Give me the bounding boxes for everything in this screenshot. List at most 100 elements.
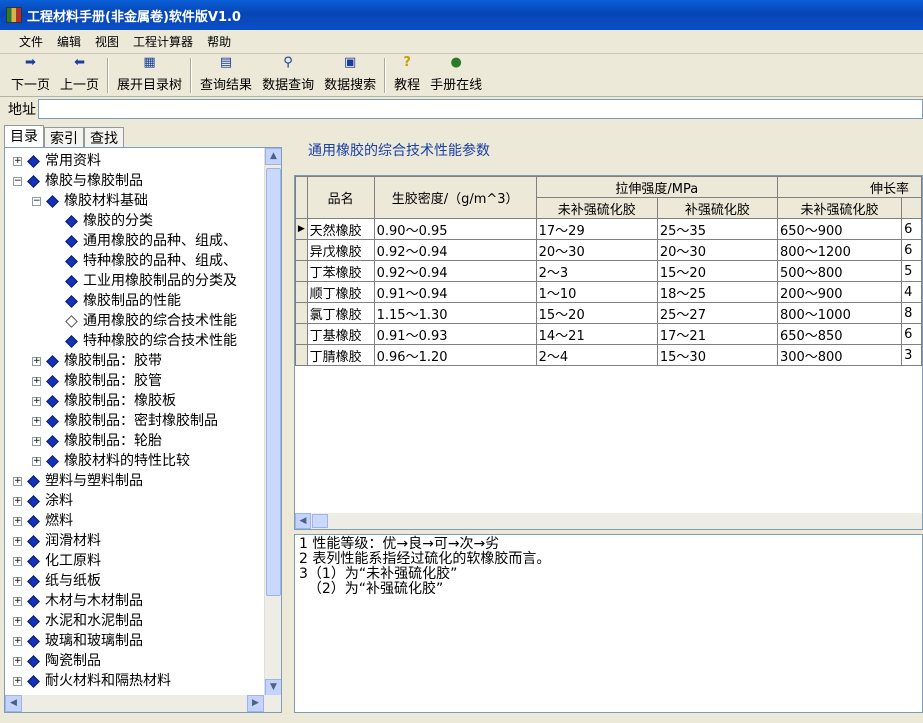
table-cell[interactable]: 800～1200 <box>776 239 903 261</box>
menu-help[interactable]: 帮助 <box>200 33 238 50</box>
table-cell[interactable]: 0.91～0.93 <box>373 323 537 345</box>
table-cell[interactable]: 0.92～0.94 <box>373 260 537 282</box>
scroll-left-icon[interactable]: ◀ <box>5 695 22 712</box>
table-cell[interactable]: 1.15～1.30 <box>373 302 537 324</box>
tree-node[interactable]: + 橡胶制品：胶管 <box>32 371 162 391</box>
expand-icon[interactable]: + <box>13 656 22 666</box>
grid-horizontal-scrollbar[interactable]: ◀ <box>295 513 922 529</box>
table-cell[interactable]: 丁基橡胶 <box>306 323 375 345</box>
scroll-thumb[interactable] <box>312 514 328 528</box>
tree-node[interactable]: + 纸与纸板 <box>13 571 101 591</box>
scroll-down-icon[interactable]: ▼ <box>265 679 281 696</box>
table-cell[interactable]: 丁苯橡胶 <box>306 260 375 282</box>
tree-horizontal-scrollbar[interactable]: ◀ ▶ <box>5 695 281 712</box>
expand-icon[interactable]: + <box>13 536 22 546</box>
expand-icon[interactable]: + <box>32 416 41 426</box>
scroll-right-icon[interactable]: ▶ <box>247 695 264 712</box>
table-cell[interactable]: 0.96～1.20 <box>373 344 537 366</box>
next-page-button[interactable]: ➡ 下一页 <box>6 55 55 96</box>
tree-node[interactable]: 橡胶制品的性能 <box>51 291 181 311</box>
data-search-button[interactable]: ▣ 数据搜索 <box>319 55 381 96</box>
collapse-icon[interactable]: − <box>32 196 41 206</box>
query-results-button[interactable]: ▤ 查询结果 <box>195 55 257 96</box>
table-cell[interactable]: 25～27 <box>656 302 778 324</box>
menu-edit[interactable]: 编辑 <box>50 33 88 50</box>
table-cell[interactable]: 8 <box>901 302 922 324</box>
expand-icon[interactable]: + <box>13 676 22 686</box>
expand-icon[interactable]: + <box>13 616 22 626</box>
expand-icon[interactable]: + <box>32 376 41 386</box>
table-cell[interactable]: 20～30 <box>535 239 658 261</box>
tree-node[interactable]: 橡胶的分类 <box>51 211 153 231</box>
expand-icon[interactable]: + <box>32 396 41 406</box>
expand-icon[interactable]: + <box>13 636 22 646</box>
tree-node[interactable]: − 橡胶材料基础 <box>32 191 148 211</box>
expand-icon[interactable]: + <box>13 516 22 526</box>
table-row[interactable]: 丁基橡胶 0.91～0.93 14～21 17～21 650～850 6 <box>295 323 922 345</box>
tab-contents[interactable]: 目录 <box>4 125 44 147</box>
table-row[interactable]: 氯丁橡胶 1.15～1.30 15～20 25～27 800～1000 8 <box>295 302 922 324</box>
table-cell[interactable]: 2～3 <box>535 260 658 282</box>
scroll-left-icon[interactable]: ◀ <box>295 513 311 529</box>
table-cell[interactable]: 6 <box>901 323 922 345</box>
table-cell[interactable]: 650～900 <box>776 218 903 240</box>
table-cell[interactable]: 25～35 <box>656 218 778 240</box>
table-row[interactable]: 异戊橡胶 0.92～0.94 20～30 20～30 800～1200 6 <box>295 239 922 261</box>
tree-node[interactable]: 通用橡胶的综合技术性能 <box>51 311 237 331</box>
expand-icon[interactable]: + <box>32 436 41 446</box>
table-cell[interactable]: 14～21 <box>535 323 658 345</box>
tree-node[interactable]: + 塑料与塑料制品 <box>13 471 143 491</box>
scroll-thumb[interactable] <box>266 168 281 596</box>
menu-view[interactable]: 视图 <box>88 33 126 50</box>
table-cell[interactable]: 300～800 <box>776 344 903 366</box>
online-button[interactable]: ● 手册在线 <box>425 55 487 96</box>
expand-icon[interactable]: + <box>32 356 41 366</box>
table-cell[interactable]: 丁腈橡胶 <box>306 344 375 366</box>
tree-node[interactable]: + 橡胶制品：胶带 <box>32 351 162 371</box>
table-row[interactable]: ▶ 天然橡胶 0.90～0.95 17～29 25～35 650～900 6 <box>295 218 922 240</box>
data-query-button[interactable]: ⚲ 数据查询 <box>257 55 319 96</box>
table-cell[interactable]: 17～21 <box>656 323 778 345</box>
tree-node[interactable]: 特种橡胶的综合技术性能 <box>51 331 237 351</box>
expand-icon[interactable]: + <box>13 476 22 486</box>
menu-file[interactable]: 文件 <box>12 33 50 50</box>
table-cell[interactable]: 17～29 <box>535 218 658 240</box>
tree-node[interactable]: + 橡胶制品：密封橡胶制品 <box>32 411 218 431</box>
table-cell[interactable]: 1～10 <box>535 281 658 303</box>
table-row[interactable]: 丁腈橡胶 0.96～1.20 2～4 15～30 300～800 3 <box>295 344 922 366</box>
tree-node[interactable]: 特种橡胶的品种、组成、 <box>51 251 237 271</box>
tree-vertical-scrollbar[interactable]: ▲ ▼ <box>264 148 281 696</box>
tree-node[interactable]: 通用橡胶的品种、组成、 <box>51 231 237 251</box>
table-cell[interactable]: 氯丁橡胶 <box>306 302 375 324</box>
expand-icon[interactable]: + <box>32 456 41 466</box>
tree-node[interactable]: + 玻璃和玻璃制品 <box>13 631 143 651</box>
table-cell[interactable]: 0.91～0.94 <box>373 281 537 303</box>
tree-node[interactable]: 工业用橡胶制品的分类及 <box>51 271 237 291</box>
tree-node[interactable]: + 水泥和水泥制品 <box>13 611 143 631</box>
tutorial-button[interactable]: ? 教程 <box>389 55 425 96</box>
table-row[interactable]: 顺丁橡胶 0.91～0.94 1～10 18～25 200～900 4 <box>295 281 922 303</box>
expand-icon[interactable]: + <box>13 556 22 566</box>
table-cell[interactable]: 20～30 <box>656 239 778 261</box>
scroll-up-icon[interactable]: ▲ <box>265 148 281 165</box>
table-cell[interactable]: 18～25 <box>656 281 778 303</box>
expand-icon[interactable]: + <box>13 496 22 506</box>
table-cell[interactable]: 天然橡胶 <box>306 218 375 240</box>
tree-node[interactable]: + 常用资料 <box>13 151 101 171</box>
tab-index[interactable]: 索引 <box>44 127 84 147</box>
expand-icon[interactable]: + <box>13 576 22 586</box>
table-cell[interactable]: 5 <box>901 260 922 282</box>
tree-node[interactable]: − 橡胶与橡胶制品 <box>13 171 143 191</box>
tree-node[interactable]: + 耐火材料和隔热材料 <box>13 671 171 691</box>
table-cell[interactable]: 4 <box>901 281 922 303</box>
tree-node[interactable]: + 橡胶材料的特性比较 <box>32 451 190 471</box>
table-cell[interactable]: 200～900 <box>776 281 903 303</box>
table-cell[interactable]: 异戊橡胶 <box>306 239 375 261</box>
table-cell[interactable]: 0.90～0.95 <box>373 218 537 240</box>
menu-calculator[interactable]: 工程计算器 <box>126 33 200 50</box>
table-cell[interactable]: 6 <box>901 218 922 240</box>
expand-icon[interactable]: + <box>13 156 22 166</box>
prev-page-button[interactable]: ⬅ 上一页 <box>55 55 104 96</box>
tree-node[interactable]: + 化工原料 <box>13 551 101 571</box>
expand-tree-button[interactable]: ▦ 展开目录树 <box>112 55 187 96</box>
